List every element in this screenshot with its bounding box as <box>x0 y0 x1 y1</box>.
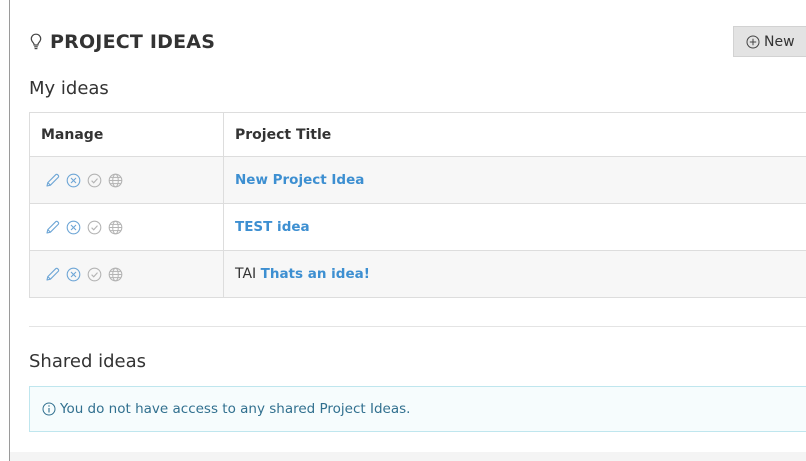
project-title-cell: New Project Idea <box>223 156 806 204</box>
manage-cell <box>29 156 224 204</box>
left-border <box>9 0 10 461</box>
table-row: TEST idea <box>29 203 806 251</box>
column-header-project-title: Project Title <box>223 112 806 157</box>
project-title-link[interactable]: New Project Idea <box>235 172 364 188</box>
page-footer-edge <box>10 452 806 461</box>
project-title-link[interactable]: TEST idea <box>235 219 310 235</box>
manage-cell <box>29 203 224 251</box>
project-title-cell: TAI Thats an idea! <box>223 250 806 298</box>
approve-check-circle-icon[interactable] <box>86 172 103 189</box>
my-ideas-table: Manage Project Title New Project Idea TE… <box>29 112 806 298</box>
page-header: PROJECT IDEAS <box>29 28 215 56</box>
approve-check-circle-icon[interactable] <box>86 266 103 283</box>
edit-pencil-icon[interactable] <box>44 172 61 189</box>
delete-x-circle-icon[interactable] <box>65 172 82 189</box>
publish-globe-icon[interactable] <box>107 172 124 189</box>
edit-pencil-icon[interactable] <box>44 219 61 236</box>
publish-globe-icon[interactable] <box>107 219 124 236</box>
page-title: PROJECT IDEAS <box>50 31 216 53</box>
publish-globe-icon[interactable] <box>107 266 124 283</box>
new-button-label: New <box>764 33 795 50</box>
info-circle-icon <box>42 402 56 416</box>
shared-ideas-notice: You do not have access to any shared Pro… <box>29 386 806 432</box>
section-divider <box>29 326 806 327</box>
approve-check-circle-icon[interactable] <box>86 219 103 236</box>
new-idea-button[interactable]: New <box>733 26 806 57</box>
column-header-manage: Manage <box>29 112 224 157</box>
project-ideas-page: PROJECT IDEAS New My ideas Manage Projec… <box>0 0 806 461</box>
lightbulb-icon <box>30 33 42 50</box>
manage-cell <box>29 250 224 298</box>
project-title-link[interactable]: Thats an idea! <box>261 266 370 282</box>
edit-pencil-icon[interactable] <box>44 266 61 283</box>
table-row: New Project Idea <box>29 156 806 204</box>
notice-text: You do not have access to any shared Pro… <box>60 401 411 417</box>
delete-x-circle-icon[interactable] <box>65 266 82 283</box>
my-ideas-heading: My ideas <box>29 78 109 99</box>
project-title-cell: TEST idea <box>223 203 806 251</box>
delete-x-circle-icon[interactable] <box>65 219 82 236</box>
table-row: TAI Thats an idea! <box>29 250 806 298</box>
table-header-row: Manage Project Title <box>29 112 806 157</box>
project-acronym: TAI <box>235 266 257 282</box>
shared-ideas-heading: Shared ideas <box>29 351 146 372</box>
plus-circle-icon <box>746 35 760 48</box>
